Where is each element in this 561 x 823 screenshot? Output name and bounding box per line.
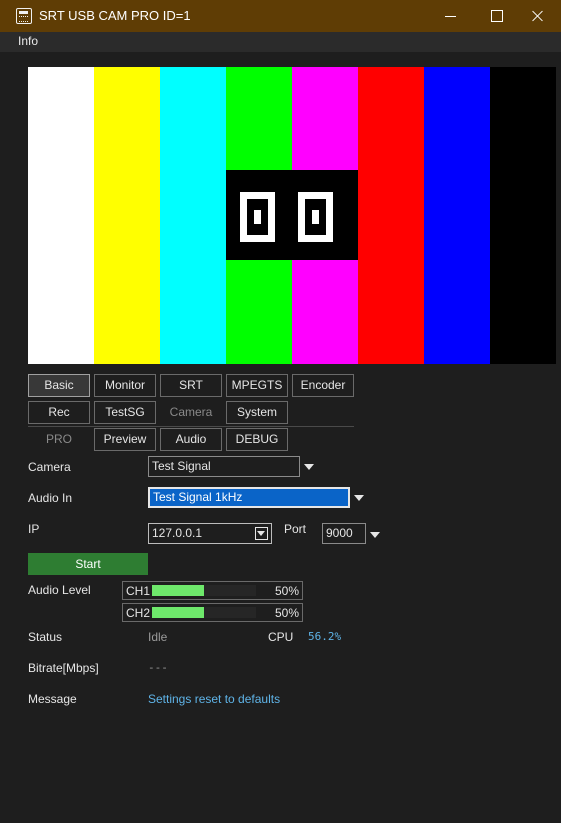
audio-meter-fill <box>152 607 204 618</box>
minimize-icon[interactable] <box>427 0 473 32</box>
tab-rec[interactable]: Rec <box>28 401 90 424</box>
tab-basic[interactable]: Basic <box>28 374 90 397</box>
audio-meter-track <box>152 607 256 618</box>
ip-label: IP <box>28 522 40 536</box>
video-preview <box>28 67 556 364</box>
port-select[interactable]: 9000 <box>322 523 366 544</box>
menu-bar: Info <box>0 32 561 52</box>
menu-item-info[interactable]: Info <box>18 34 38 48</box>
port-select-value: 9000 <box>326 526 353 540</box>
port-label: Port <box>284 522 307 536</box>
tab-srt[interactable]: SRT <box>160 374 222 397</box>
color-bar <box>160 67 226 364</box>
bitrate-value: --- <box>148 661 168 674</box>
tab-testsg[interactable]: TestSG <box>94 401 156 424</box>
cpu-label: CPU <box>268 630 294 644</box>
camera-dropdown-icon[interactable] <box>304 464 314 470</box>
audio-meter-track <box>152 585 256 596</box>
tab-pro: PRO <box>28 428 90 451</box>
color-bar <box>94 67 160 364</box>
maximize-icon[interactable] <box>473 0 519 32</box>
ip-select[interactable]: 127.0.0.1 <box>148 523 272 544</box>
frame-counter <box>226 170 358 260</box>
audio-level-label: Audio Level <box>28 583 91 597</box>
tab-monitor[interactable]: Monitor <box>94 374 156 397</box>
tab-camera: Camera <box>160 401 222 424</box>
audio-meter-ch2: CH2 50% <box>122 603 303 622</box>
tab-mpegts[interactable]: MPEGTS <box>226 374 288 397</box>
camera-label: Camera <box>28 460 71 474</box>
audio-meter-fill <box>152 585 204 596</box>
counter-digit <box>298 192 333 242</box>
audio-in-select-value: Test Signal 1kHz <box>153 490 243 504</box>
message-label: Message <box>28 692 77 706</box>
port-dropdown-icon[interactable] <box>370 532 380 538</box>
color-bar <box>490 67 556 364</box>
start-button[interactable]: Start <box>28 553 148 575</box>
camera-select[interactable]: Test Signal <box>148 456 300 477</box>
audio-in-select[interactable]: Test Signal 1kHz <box>148 487 350 508</box>
tab-system[interactable]: System <box>226 401 288 424</box>
audio-meter-percent: 50% <box>274 584 299 598</box>
title-bar: SRT USB CAM PRO ID=1 <box>0 0 561 32</box>
audio-meter-channel-name: CH1 <box>126 584 151 598</box>
camera-select-value: Test Signal <box>152 459 211 473</box>
tab-encoder[interactable]: Encoder <box>292 374 354 397</box>
status-value: Idle <box>148 630 168 644</box>
cpu-value: 56.2% <box>308 630 342 643</box>
tab-preview[interactable]: Preview <box>94 428 156 451</box>
window-title: SRT USB CAM PRO ID=1 <box>39 8 191 23</box>
color-bar <box>28 67 94 364</box>
close-icon[interactable] <box>515 0 561 32</box>
audio-meter-percent: 50% <box>274 606 299 620</box>
ip-select-value: 127.0.0.1 <box>152 526 203 540</box>
counter-digit <box>240 192 275 242</box>
color-bar <box>424 67 490 364</box>
audio-in-dropdown-icon[interactable] <box>354 495 364 501</box>
message-value: Settings reset to defaults <box>148 692 281 706</box>
status-label: Status <box>28 630 63 644</box>
tab-divider <box>28 426 354 427</box>
color-bar <box>358 67 424 364</box>
tab-debug[interactable]: DEBUG <box>226 428 288 451</box>
app-icon <box>16 8 32 24</box>
audio-meter-channel-name: CH2 <box>126 606 151 620</box>
audio-meter-ch1: CH1 50% <box>122 581 303 600</box>
ip-dropdown-icon[interactable] <box>255 527 268 540</box>
tab-audio[interactable]: Audio <box>160 428 222 451</box>
bitrate-label: Bitrate[Mbps] <box>28 661 99 675</box>
audio-in-label: Audio In <box>28 491 73 505</box>
